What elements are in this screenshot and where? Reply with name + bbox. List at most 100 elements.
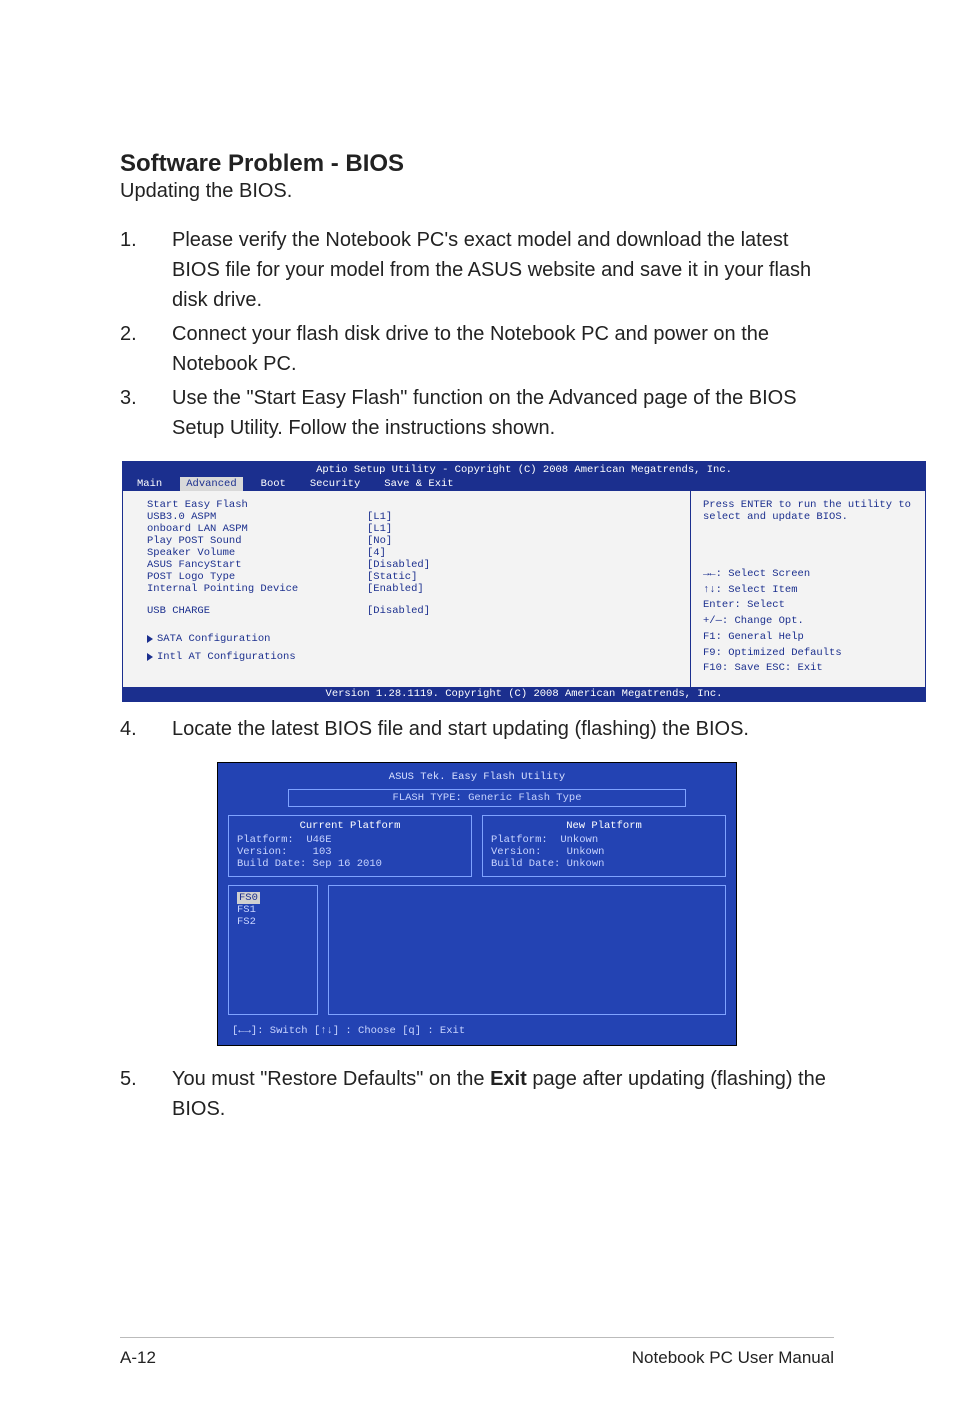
step-text: Locate the latest BIOS file and start up… [172,714,834,744]
step-text: Use the "Start Easy Flash" function on t… [172,383,834,443]
new-platform-box: New Platform Platform: Unkown Version: U… [482,815,726,877]
legend-line: Enter: Select [703,598,915,614]
field-value: Unkown [560,834,598,846]
field-value: Unkown [567,858,605,870]
legend-line: →←: Select Screen [703,567,915,583]
tab-save-exit[interactable]: Save & Exit [378,477,459,491]
bios-row[interactable]: Start Easy Flash [147,499,676,511]
bios-value: [4] [367,547,386,559]
legend-line: F9: Optimized Defaults [703,646,915,662]
legend-line: F1: General Help [703,630,915,646]
bios-key-legend: →←: Select Screen ↑↓: Select Item Enter:… [703,567,915,677]
field-value: Unkown [567,846,605,858]
steps-list-upper: 1. Please verify the Notebook PC's exact… [120,225,834,443]
field-value: 103 [313,846,332,858]
legend-line: F10: Save ESC: Exit [703,661,915,677]
bios-label: POST Logo Type [147,571,367,583]
field-value: U46E [306,834,331,846]
bios-value: [Enabled] [367,583,424,595]
bios-label: Speaker Volume [147,547,367,559]
legend-line: +/—: Change Opt. [703,614,915,630]
step-number: 4. [120,714,172,744]
easy-flash-screenshot: ASUS Tek. Easy Flash Utility FLASH TYPE:… [217,762,737,1046]
step-5: 5. You must "Restore Defaults" on the Ex… [120,1064,834,1124]
field-label: Build Date: [237,858,306,870]
field-label: Build Date: [491,858,560,870]
current-platform-box: Current Platform Platform: U46E Version:… [228,815,472,877]
fs-item-selected[interactable]: FS0 [237,892,260,904]
bios-row[interactable]: Play POST Sound[No] [147,535,676,547]
bios-row[interactable]: Speaker Volume[4] [147,547,676,559]
bios-row[interactable]: ASUS FancyStart[Disabled] [147,559,676,571]
bios-help-text: Press ENTER to run the utility to select… [703,499,915,523]
tab-security[interactable]: Security [304,477,366,491]
bios-value: [Disabled] [367,605,430,617]
page-subtitle: Updating the BIOS. [120,180,834,203]
bios-value: [Static] [367,571,417,583]
bios-value: [L1] [367,511,392,523]
step-3: 3. Use the "Start Easy Flash" function o… [120,383,834,443]
bios-submenu-label: Intl AT Configurations [157,651,296,663]
bios-tabs: Main Advanced Boot Security Save & Exit [123,477,925,491]
bios-setup-screenshot: Aptio Setup Utility - Copyright (C) 2008… [122,461,926,702]
step-text-pre: You must "Restore Defaults" on the [172,1068,490,1090]
bios-value: [L1] [367,523,392,535]
flash-key-hint: [←→]: Switch [↑↓] : Choose [q] : Exit [228,1023,726,1039]
bios-submenu-intl-at[interactable]: Intl AT Configurations [147,651,676,663]
bios-label: onboard LAN ASPM [147,523,367,535]
manual-title: Notebook PC User Manual [632,1348,834,1368]
field-label: Version: [491,846,541,858]
bios-settings-pane: Start Easy Flash USB3.0 ASPM[L1] onboard… [123,491,690,687]
flash-title: ASUS Tek. Easy Flash Utility [228,771,726,783]
field-value: Sep 16 2010 [313,858,382,870]
bios-label: USB CHARGE [147,605,367,617]
fs-item[interactable]: FS1 [237,904,309,916]
field-label: Platform: [237,834,294,846]
tab-main[interactable]: Main [131,477,168,491]
step-text: Connect your flash disk drive to the Not… [172,319,834,379]
bios-row[interactable]: POST Logo Type[Static] [147,571,676,583]
step-text-bold: Exit [490,1068,527,1090]
bios-footer: Version 1.28.1119. Copyright (C) 2008 Am… [123,687,925,701]
bios-submenu-sata[interactable]: SATA Configuration [147,633,676,645]
tab-advanced[interactable]: Advanced [180,477,242,491]
tab-boot[interactable]: Boot [255,477,292,491]
fs-item[interactable]: FS2 [237,916,309,928]
step-text: Please verify the Notebook PC's exact mo… [172,225,834,315]
step-1: 1. Please verify the Notebook PC's exact… [120,225,834,315]
step-4: 4. Locate the latest BIOS file and start… [120,714,834,744]
box-title: Current Platform [237,820,463,832]
page-number: A-12 [120,1348,156,1368]
bios-help-pane: Press ENTER to run the utility to select… [690,491,925,687]
bios-row[interactable]: USB CHARGE[Disabled] [147,605,676,617]
step-2: 2. Connect your flash disk drive to the … [120,319,834,379]
page-title: Software Problem - BIOS [120,150,834,178]
bios-label: Internal Pointing Device [147,583,367,595]
bios-row[interactable]: USB3.0 ASPM[L1] [147,511,676,523]
bios-label: Start Easy Flash [147,499,367,511]
step-number: 5. [120,1064,172,1124]
bios-row[interactable]: Internal Pointing Device[Enabled] [147,583,676,595]
field-label: Version: [237,846,287,858]
fs-list-pane[interactable]: FS0 FS1 FS2 [228,885,318,1015]
file-list-pane[interactable] [328,885,726,1015]
bios-header: Aptio Setup Utility - Copyright (C) 2008… [123,462,925,477]
steps-list-mid: 4. Locate the latest BIOS file and start… [120,714,834,744]
page-footer: A-12 Notebook PC User Manual [120,1337,834,1368]
bios-row[interactable]: onboard LAN ASPM[L1] [147,523,676,535]
bios-submenu-label: SATA Configuration [157,633,270,645]
steps-list-lower: 5. You must "Restore Defaults" on the Ex… [120,1064,834,1124]
bios-label: ASUS FancyStart [147,559,367,571]
step-number: 2. [120,319,172,379]
bios-value: [No] [367,535,392,547]
step-number: 3. [120,383,172,443]
bios-label: Play POST Sound [147,535,367,547]
box-title: New Platform [491,820,717,832]
bios-label: USB3.0 ASPM [147,511,367,523]
legend-line: ↑↓: Select Item [703,583,915,599]
flash-type-box: FLASH TYPE: Generic Flash Type [288,789,686,807]
step-text: You must "Restore Defaults" on the Exit … [172,1064,834,1124]
step-number: 1. [120,225,172,315]
field-label: Platform: [491,834,548,846]
bios-value: [Disabled] [367,559,430,571]
